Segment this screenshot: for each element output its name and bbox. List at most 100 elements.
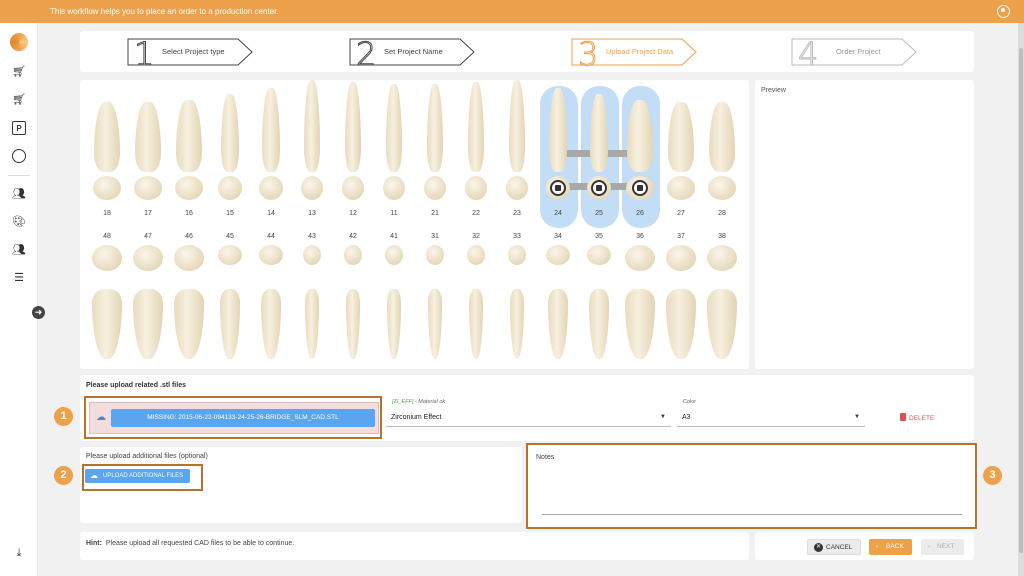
tooth-root bbox=[345, 82, 361, 172]
tooth-number: 33 bbox=[513, 233, 521, 240]
color-value: A3 bbox=[682, 414, 691, 421]
highlight-box bbox=[84, 396, 382, 439]
tooth-crown bbox=[92, 245, 122, 271]
tooth-root bbox=[625, 289, 655, 359]
tooth-number: 11 bbox=[390, 210, 398, 217]
lower-tooth[interactable] bbox=[417, 245, 453, 367]
tooth-crown bbox=[175, 176, 203, 200]
settings-sliders-icon[interactable]: ☰ bbox=[12, 271, 26, 285]
tooth-root bbox=[262, 88, 280, 172]
upper-tooth[interactable] bbox=[583, 80, 615, 220]
upper-tooth[interactable] bbox=[173, 80, 205, 220]
upper-tooth[interactable] bbox=[624, 80, 656, 220]
action-bar: ✕ CANCEL ‹ BACK › NEXT bbox=[755, 532, 974, 560]
upper-tooth[interactable] bbox=[460, 80, 492, 220]
lower-tooth[interactable] bbox=[458, 245, 494, 367]
step-order-project[interactable]: 4 Order Project bbox=[790, 35, 918, 74]
user-account-icon[interactable] bbox=[997, 5, 1010, 18]
tooth-number: 42 bbox=[349, 233, 357, 240]
delete-button[interactable]: DELETE bbox=[900, 413, 934, 422]
step-label: Set Project Name bbox=[384, 47, 443, 56]
app-logo-icon[interactable] bbox=[10, 33, 28, 51]
production-icon[interactable]: P bbox=[12, 121, 26, 135]
tooth-crown bbox=[344, 245, 362, 265]
lower-tooth[interactable] bbox=[335, 245, 371, 367]
tooth-root bbox=[590, 94, 608, 172]
tooth-crown bbox=[174, 245, 204, 271]
upper-tooth[interactable] bbox=[419, 80, 451, 220]
download-icon[interactable]: ⤓ bbox=[12, 546, 26, 560]
lower-tooth[interactable] bbox=[130, 245, 166, 367]
tooth-root bbox=[468, 82, 484, 172]
tooth-number: 48 bbox=[103, 233, 111, 240]
step-badge: 1 bbox=[54, 407, 73, 426]
tooth-root bbox=[305, 289, 319, 359]
lower-tooth[interactable] bbox=[622, 245, 658, 367]
cancel-button[interactable]: ✕ CANCEL bbox=[807, 539, 861, 555]
lower-tooth[interactable] bbox=[663, 245, 699, 367]
cart-icon[interactable]: 🛒︎ bbox=[12, 65, 26, 79]
bridge-tooth-icon[interactable] bbox=[550, 180, 566, 196]
upper-tooth[interactable] bbox=[665, 80, 697, 220]
step-select-project-type[interactable]: 1 Select Project type bbox=[126, 35, 254, 74]
tooth-number: 26 bbox=[636, 210, 644, 217]
lower-tooth[interactable] bbox=[376, 245, 412, 367]
upper-tooth[interactable] bbox=[132, 80, 164, 220]
sidebar: 🛒︎ 🛒︎ P 👥︎ 🎨︎ 👥︎ ☰ ⤓ bbox=[0, 23, 38, 576]
lower-tooth[interactable] bbox=[499, 245, 535, 367]
upper-tooth[interactable] bbox=[501, 80, 533, 220]
tooth-root bbox=[509, 80, 525, 172]
palette-icon[interactable]: 🎨︎ bbox=[12, 215, 26, 229]
lower-tooth[interactable] bbox=[704, 245, 740, 367]
tooth-chart: 18 17 16 15 14 13 12 11 21 22 23 24 25 26 27 28 48 47 46 45… bbox=[80, 80, 749, 369]
tooth-number: 32 bbox=[472, 233, 480, 240]
lower-tooth[interactable] bbox=[171, 245, 207, 367]
sidebar-divider bbox=[8, 175, 30, 176]
tooth-crown bbox=[301, 176, 323, 200]
upper-tooth[interactable] bbox=[255, 80, 287, 220]
tooth-number: 31 bbox=[431, 233, 439, 240]
step-label: Select Project type bbox=[162, 47, 225, 56]
tooth-root bbox=[469, 289, 483, 359]
users-icon[interactable]: 👥︎ bbox=[12, 187, 26, 201]
material-select[interactable]: [ZI_EFF] - Material ok Zirconium Effect … bbox=[386, 399, 671, 427]
back-button[interactable]: ‹ BACK bbox=[869, 539, 912, 555]
bridge-tooth-icon[interactable] bbox=[632, 180, 648, 196]
cart-alt-icon[interactable]: 🛒︎ bbox=[12, 93, 26, 107]
stepper: 1 Select Project type 2 Set Project Name… bbox=[80, 31, 974, 74]
upper-tooth[interactable] bbox=[296, 80, 328, 220]
upper-tooth[interactable] bbox=[91, 80, 123, 220]
lower-tooth[interactable] bbox=[581, 245, 617, 367]
next-button[interactable]: › NEXT bbox=[921, 539, 964, 555]
group-icon[interactable]: 👥︎ bbox=[12, 243, 26, 257]
tooth-number: 16 bbox=[185, 210, 193, 217]
lower-tooth[interactable] bbox=[212, 245, 248, 367]
tooth-crown bbox=[93, 176, 121, 200]
color-label: Color bbox=[681, 399, 699, 405]
scrollbar[interactable] bbox=[1018, 23, 1024, 576]
upper-tooth[interactable] bbox=[706, 80, 738, 220]
upper-tooth[interactable] bbox=[378, 80, 410, 220]
tooth-number: 25 bbox=[595, 210, 603, 217]
hint-text: Please upload all requested CAD files to… bbox=[105, 540, 295, 547]
upper-tooth[interactable] bbox=[542, 80, 574, 220]
cancel-label: CANCEL bbox=[826, 544, 853, 551]
lower-tooth[interactable] bbox=[89, 245, 125, 367]
color-select[interactable]: Color A3 ▼ bbox=[677, 399, 865, 427]
lower-tooth[interactable] bbox=[253, 245, 289, 367]
profile-icon[interactable] bbox=[12, 149, 26, 163]
bridge-tooth-icon[interactable] bbox=[591, 180, 607, 196]
expand-sidebar-icon[interactable]: ➜ bbox=[32, 306, 45, 319]
tooth-crown bbox=[707, 245, 737, 271]
upper-tooth[interactable] bbox=[214, 80, 246, 220]
tooth-root bbox=[627, 100, 653, 172]
lower-tooth[interactable] bbox=[540, 245, 576, 367]
tooth-crown bbox=[546, 245, 570, 265]
step-upload-project-data[interactable]: 3 Upload Project Data bbox=[570, 35, 698, 74]
tooth-number: 45 bbox=[226, 233, 234, 240]
step-set-project-name[interactable]: 2 Set Project Name bbox=[348, 35, 476, 74]
lower-tooth[interactable] bbox=[294, 245, 330, 367]
delete-label: DELETE bbox=[909, 415, 935, 422]
upper-tooth[interactable] bbox=[337, 80, 369, 220]
tooth-number: 23 bbox=[513, 210, 521, 217]
